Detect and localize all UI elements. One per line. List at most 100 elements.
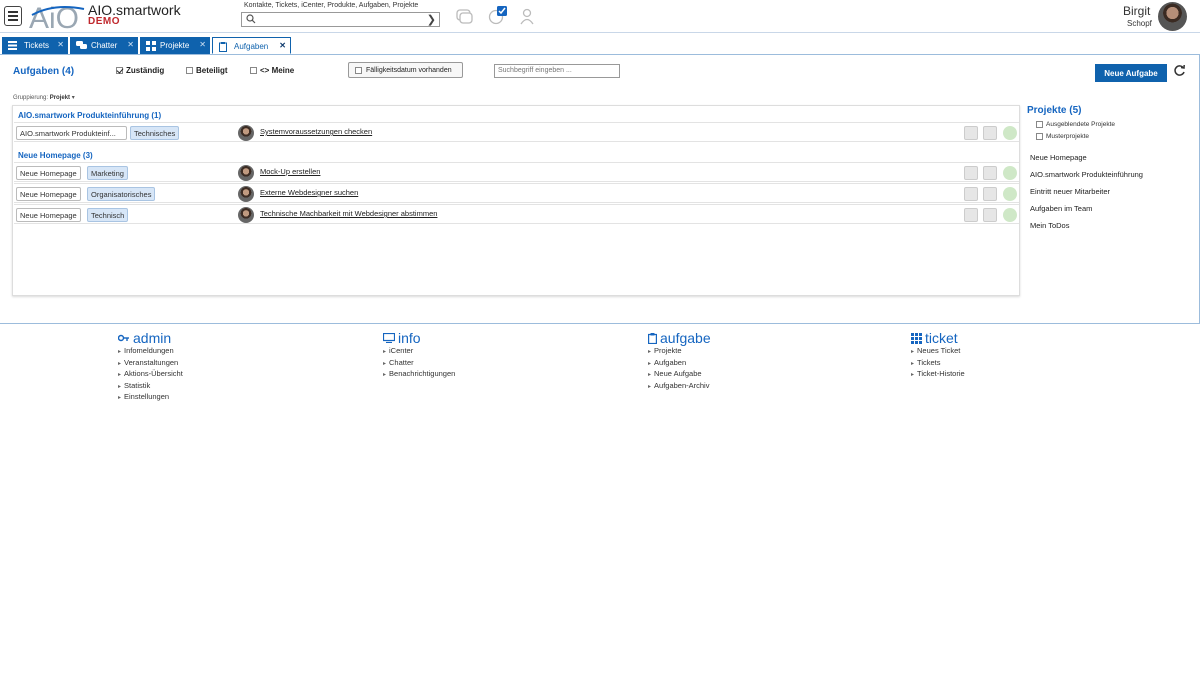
footer-link[interactable]: iCenter [383, 346, 455, 358]
project-chip[interactable]: Neue Homepage [16, 208, 81, 222]
chat-bubble-icon[interactable] [456, 9, 473, 24]
filter-beteiligt[interactable]: Beteiligt [186, 66, 228, 75]
option-hidden-projects[interactable]: Ausgeblendete Projekte [1036, 121, 1115, 128]
check-icon[interactable] [1003, 187, 1017, 201]
alarm-icon[interactable] [983, 208, 997, 222]
table-row[interactable]: Neue Homepage Marketing Mock-Up erstelle… [14, 162, 1019, 182]
project-list-item[interactable]: Aufgaben im Team [1030, 204, 1092, 213]
bell-icon[interactable] [964, 126, 978, 140]
global-search-hint: Kontakte, Tickets, iCenter, Produkte, Au… [244, 2, 419, 9]
close-icon[interactable]: ✕ [57, 40, 64, 49]
project-list-item[interactable]: Mein ToDos [1030, 221, 1069, 230]
category-chip[interactable]: Marketing [87, 166, 128, 180]
bell-icon[interactable] [964, 187, 978, 201]
tab-chatter[interactable]: Chatter ✕ [70, 37, 138, 54]
tab-label: Tickets [24, 41, 50, 50]
table-row[interactable]: AIO.smartwork Produkteinf... Technisches… [14, 122, 1019, 142]
bell-icon[interactable] [964, 166, 978, 180]
project-chip[interactable]: Neue Homepage [16, 187, 81, 201]
task-search-input[interactable]: Suchbegriff eingeben ... [494, 64, 620, 78]
checkbox-icon[interactable] [1036, 121, 1043, 128]
footer-link[interactable]: Tickets [911, 358, 965, 370]
filter-zustaendig[interactable]: Zuständig [116, 66, 164, 75]
close-icon[interactable]: ✕ [127, 40, 134, 49]
user-last-name[interactable]: Schopf [1127, 19, 1152, 28]
task-link[interactable]: Technische Machbarkeit mit Webdesigner a… [260, 209, 437, 218]
tab-tickets[interactable]: Tickets ✕ [2, 37, 68, 54]
due-date-filter-button[interactable]: Fälligkeitsdatum vorhanden [348, 62, 463, 78]
bell-icon[interactable] [964, 208, 978, 222]
checkbox-icon[interactable] [1036, 133, 1043, 140]
close-icon[interactable]: ✕ [199, 40, 206, 49]
alarm-icon[interactable] [983, 187, 997, 201]
user-icon[interactable] [519, 8, 535, 25]
group-header[interactable]: AIO.smartwork Produkteinführung (1) [18, 111, 161, 120]
check-icon[interactable] [1003, 126, 1017, 140]
due-date-label: Fälligkeitsdatum vorhanden [366, 66, 452, 74]
info-tasks-icon[interactable] [488, 5, 508, 25]
assignee-avatar [238, 125, 254, 141]
filter-label: <> Meine [260, 66, 295, 75]
tab-projekte[interactable]: Projekte ✕ [140, 37, 210, 54]
grouping-label: Gruppierung: [13, 95, 49, 101]
checkbox-checked-icon[interactable] [116, 67, 123, 74]
footer-link[interactable]: Chatter [383, 358, 455, 370]
table-row[interactable]: Neue Homepage Technisch Technische Machb… [14, 204, 1019, 224]
footer-link[interactable]: Benachrichtigungen [383, 369, 455, 381]
footer-info: info iCenter Chatter Benachrichtigungen [383, 330, 455, 381]
footer-title: info [398, 330, 421, 346]
project-chip[interactable]: Neue Homepage [16, 166, 81, 180]
project-list-item[interactable]: Eintritt neuer Mitarbeiter [1030, 187, 1110, 196]
footer-admin: admin Infomeldungen Veranstaltungen Akti… [118, 330, 183, 404]
category-chip[interactable]: Organisatorisches [87, 187, 156, 201]
footer-title: aufgabe [660, 330, 711, 346]
user-avatar[interactable] [1158, 2, 1187, 31]
table-row[interactable]: Neue Homepage Organisatorisches Externe … [14, 183, 1019, 203]
project-list-item[interactable]: Neue Homepage [1030, 153, 1087, 162]
footer-link[interactable]: Infomeldungen [118, 346, 183, 358]
check-icon[interactable] [1003, 166, 1017, 180]
checkbox-icon[interactable] [250, 67, 257, 74]
category-chip[interactable]: Technisches [130, 126, 180, 140]
footer-link[interactable]: Aufgaben [648, 358, 711, 370]
project-list-item[interactable]: AIO.smartwork Produkteinführung [1030, 170, 1143, 179]
user-first-name[interactable]: Birgit [1123, 4, 1150, 18]
global-search-input[interactable]: ❯ [241, 12, 440, 27]
alarm-icon[interactable] [983, 126, 997, 140]
option-label: Musterprojekte [1046, 133, 1089, 140]
grouping-selector[interactable]: Gruppierung: Projekt ▾ [13, 94, 75, 101]
footer-link[interactable]: Neue Aufgabe [648, 369, 711, 381]
tab-label: Projekte [160, 41, 190, 50]
tab-aufgaben[interactable]: Aufgaben ✕ [212, 37, 291, 54]
hamburger-menu-icon[interactable] [4, 6, 22, 26]
top-bar: AiO AIO.smartwork DEMO Kontakte, Tickets… [0, 0, 1200, 33]
close-icon[interactable]: ✕ [279, 41, 286, 50]
footer-link[interactable]: Projekte [648, 346, 711, 358]
check-icon[interactable] [1003, 208, 1017, 222]
footer-link[interactable]: Veranstaltungen [118, 358, 183, 370]
task-link[interactable]: Systemvoraussetzungen checken [260, 127, 372, 136]
footer-link[interactable]: Statistik [118, 381, 183, 393]
monitor-icon [383, 333, 395, 343]
caret-down-icon[interactable]: ▾ [72, 95, 75, 101]
footer-link[interactable]: Aufgaben-Archiv [648, 381, 711, 393]
new-task-button[interactable]: Neue Aufgabe [1095, 64, 1167, 82]
footer-link[interactable]: Ticket-Historie [911, 369, 965, 381]
category-chip[interactable]: Technisch [87, 208, 129, 222]
alarm-icon[interactable] [983, 166, 997, 180]
task-link[interactable]: Externe Webdesigner suchen [260, 188, 358, 197]
refresh-icon[interactable] [1173, 64, 1186, 77]
footer-link[interactable]: Neues Ticket [911, 346, 965, 358]
option-sample-projects[interactable]: Musterprojekte [1036, 133, 1089, 140]
task-link[interactable]: Mock-Up erstellen [260, 167, 320, 176]
group-header[interactable]: Neue Homepage (3) [18, 151, 93, 160]
assignee-avatar [238, 165, 254, 181]
grouping-value[interactable]: Projekt [50, 95, 70, 101]
footer-link[interactable]: Aktions-Übersicht [118, 369, 183, 381]
checkbox-icon[interactable] [186, 67, 193, 74]
footer-link[interactable]: Einstellungen [118, 392, 183, 404]
filter-meine[interactable]: <> Meine [250, 66, 294, 75]
chevron-right-icon[interactable]: ❯ [427, 13, 436, 26]
project-chip[interactable]: AIO.smartwork Produkteinf... [16, 126, 127, 140]
filter-label: Zuständig [126, 66, 165, 75]
